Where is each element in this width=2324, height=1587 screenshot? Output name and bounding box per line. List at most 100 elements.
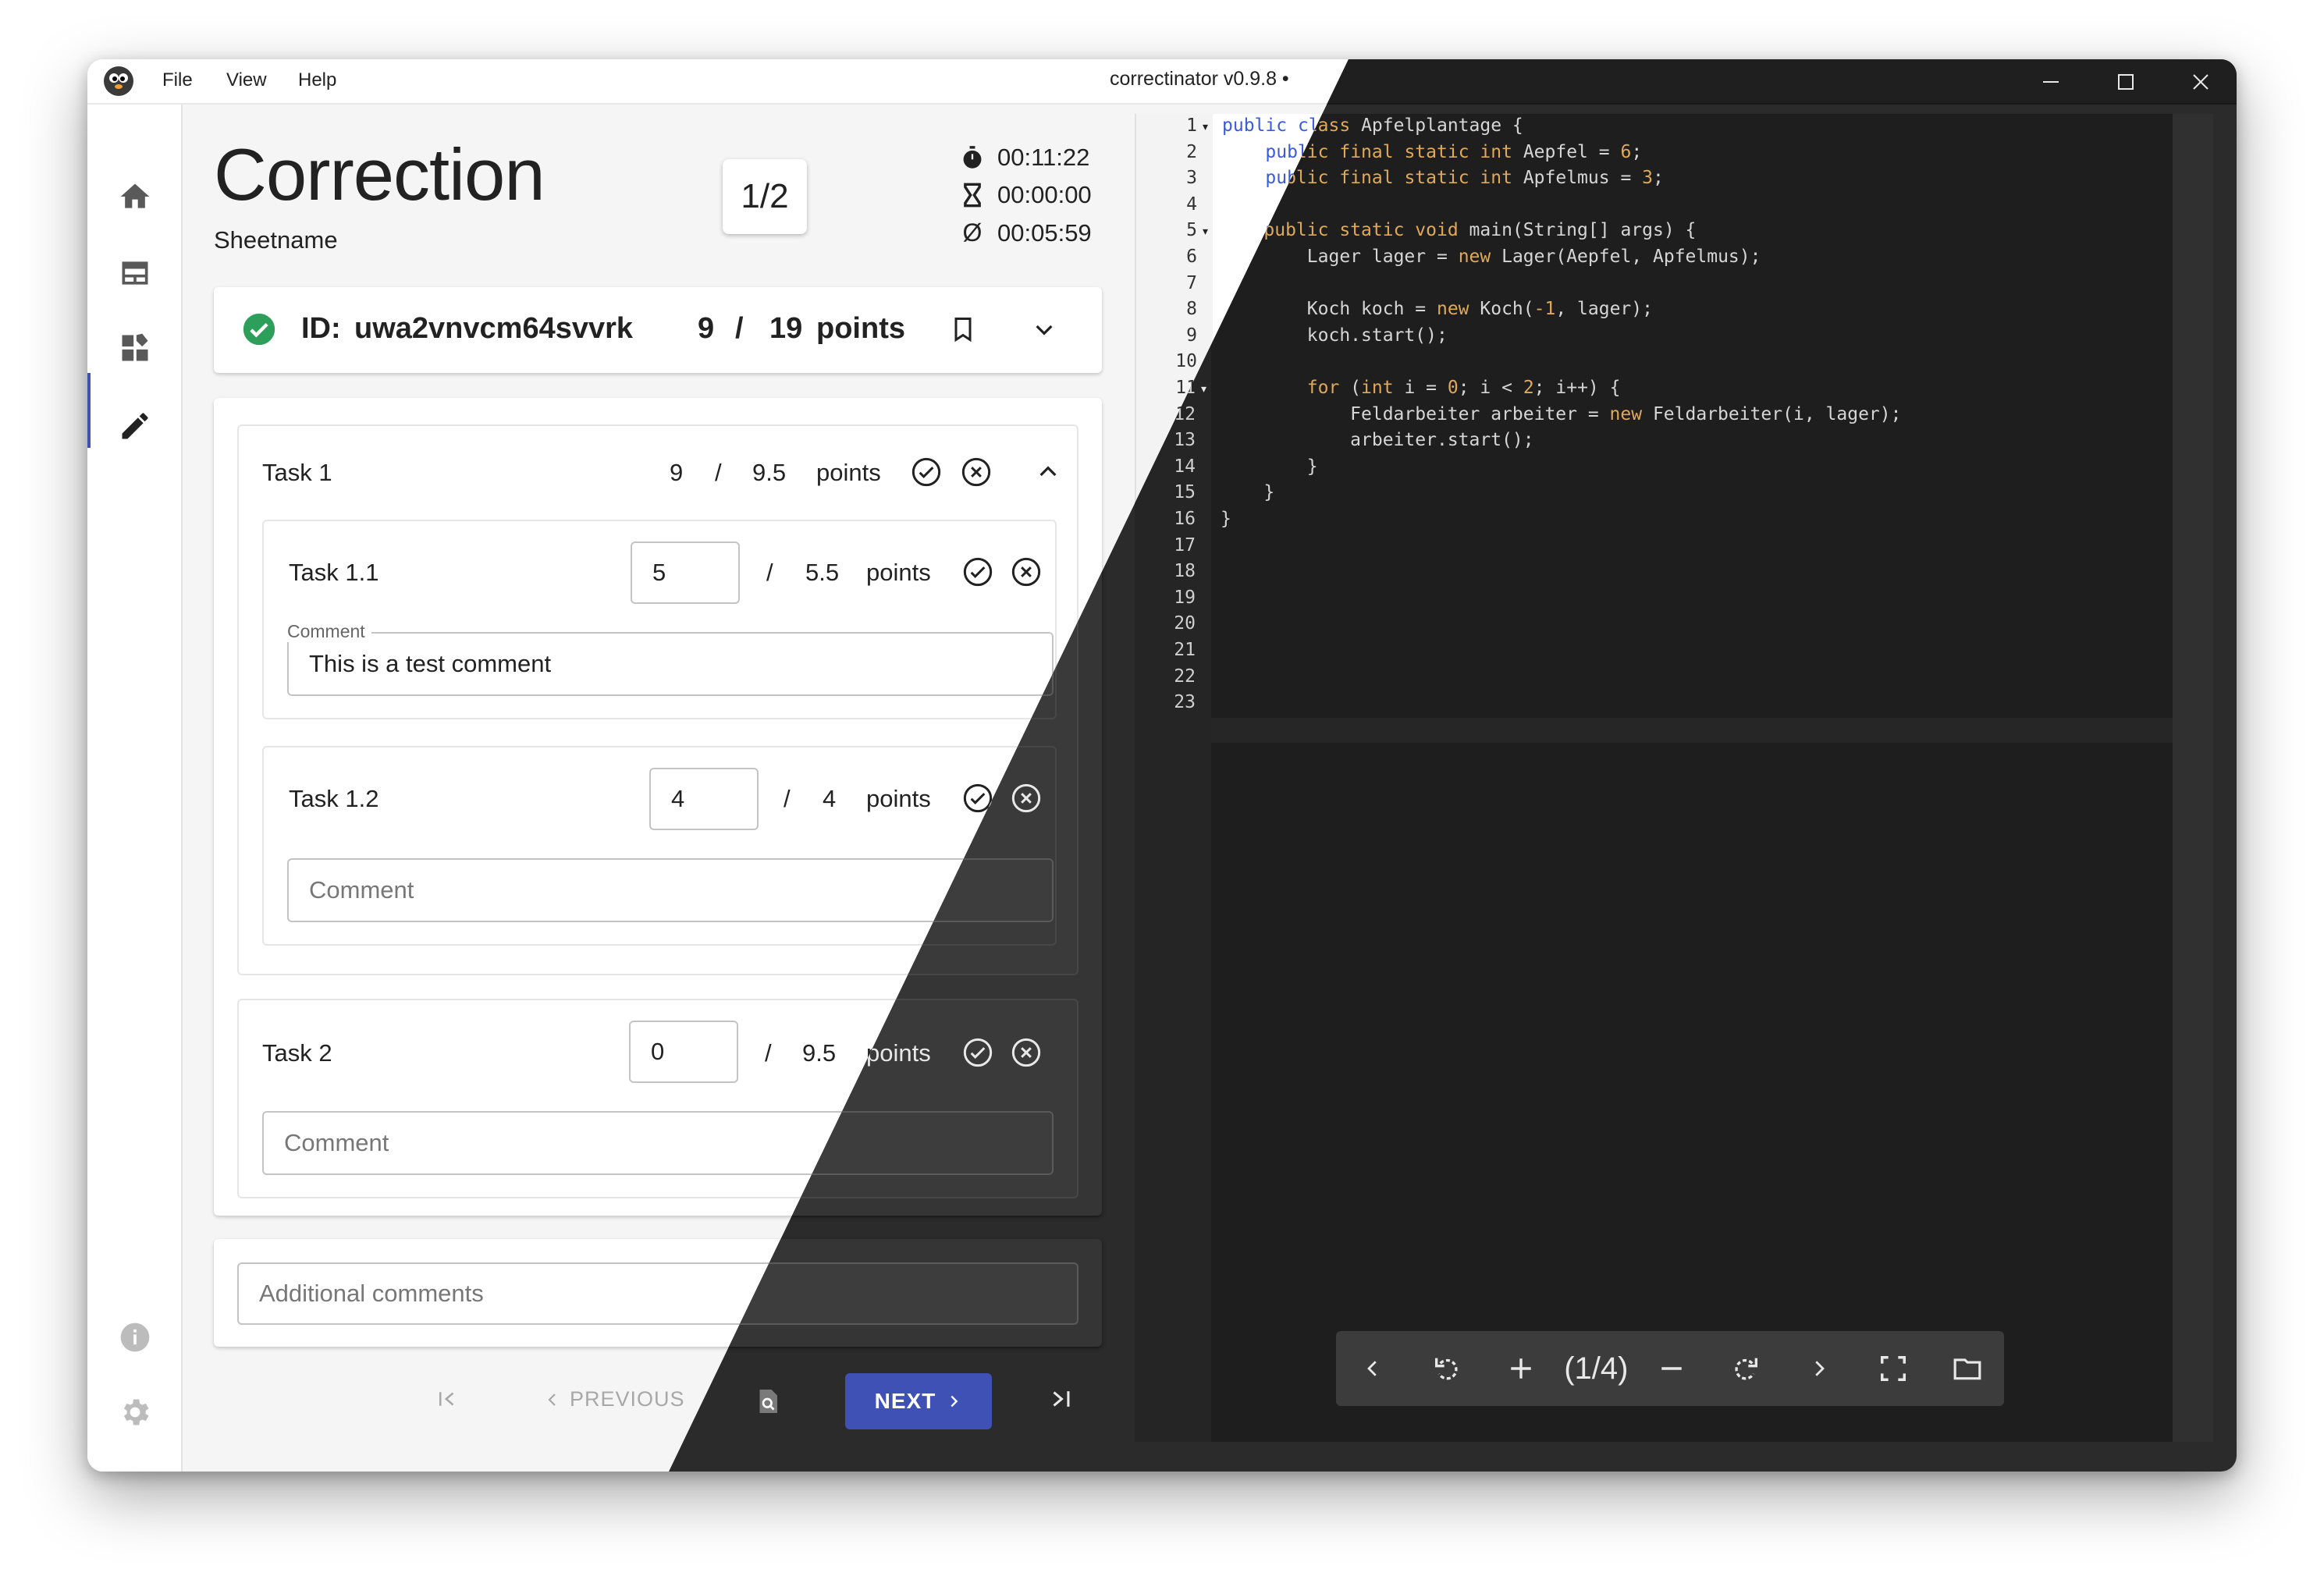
task-2-unit: points — [866, 1039, 931, 1067]
line-number: 1 — [1186, 115, 1197, 136]
stopwatch-icon — [963, 146, 982, 169]
code-line: koch.start(); — [1306, 325, 1448, 346]
task-1-separator: / — [715, 459, 722, 486]
dashboard-icon[interactable] — [116, 329, 154, 367]
minimize-button[interactable] — [2027, 66, 2074, 98]
task-1-1-comment-field[interactable]: This is a test comment — [287, 632, 1054, 696]
full-points-check-icon[interactable] — [910, 456, 943, 488]
settings-gear-icon[interactable] — [116, 1394, 154, 1431]
timer-elapsed: 00:11:22 — [961, 144, 1089, 172]
line-number: 22 — [1174, 666, 1196, 687]
line-number: 8 — [1186, 299, 1197, 320]
fold-arrow-icon[interactable]: ▾ — [1201, 382, 1206, 396]
line-number: 2 — [1186, 141, 1197, 162]
chevron-right-icon — [1815, 1361, 1825, 1376]
file-search-icon — [759, 1390, 777, 1413]
submission-score: 9 — [698, 312, 715, 345]
home-icon[interactable] — [116, 178, 154, 215]
line-number: 9 — [1186, 325, 1197, 346]
pdf-rotate-right-button[interactable] — [1708, 1331, 1782, 1406]
first-button[interactable] — [435, 1387, 459, 1411]
task-1-name: Task 1 — [262, 459, 332, 486]
full-points-check-icon[interactable] — [961, 556, 994, 588]
code-line: } — [1221, 482, 1275, 503]
fold-arrow-icon[interactable]: ▾ — [1203, 120, 1208, 133]
line-number: 21 — [1174, 640, 1196, 660]
hourglass-icon — [964, 183, 981, 208]
line-number: 15 — [1174, 482, 1196, 503]
fullscreen-icon — [1880, 1356, 1906, 1381]
plus-icon — [1510, 1358, 1531, 1379]
previous-button[interactable]: PREVIOUS — [543, 1387, 685, 1411]
preview-button[interactable] — [754, 1386, 782, 1417]
zero-points-cancel-icon[interactable] — [1010, 782, 1043, 815]
check-circle-icon — [242, 312, 276, 346]
pdf-zoom-out-button[interactable] — [1635, 1331, 1709, 1406]
last-button[interactable] — [1047, 1386, 1074, 1412]
chevron-up-icon[interactable] — [1032, 456, 1064, 488]
pdf-toolbar: (1/4) — [1336, 1331, 2004, 1406]
submission-unit: points — [816, 312, 905, 345]
task-1-2-score-input[interactable]: 4 — [649, 768, 759, 830]
pdf-page-indicator: (1/4) — [1564, 1351, 1629, 1386]
full-points-check-icon[interactable] — [961, 1036, 994, 1069]
app-window: File View Help correctinator v0.9.8 • Co… — [87, 59, 2237, 1472]
task-1-1-score-input[interactable]: 5 — [631, 541, 740, 604]
code-line: for (int i = 0; i < 2; i++) { — [1306, 378, 1621, 398]
task-1-1-panel: Task 1.1 5 / 5.5 points This is a test c… — [262, 520, 1057, 719]
maximize-button[interactable] — [2102, 66, 2149, 98]
info-icon[interactable] — [116, 1319, 154, 1356]
task-1-unit: points — [816, 459, 881, 486]
code-line: Feldarbeiter arbeiter = new Feldarbeiter… — [1350, 403, 1902, 424]
task-1-1-comment-text: This is a test comment — [309, 650, 552, 677]
timer-elapsed-value: 00:11:22 — [997, 144, 1090, 171]
task-1-2-score-value: 4 — [671, 785, 685, 812]
editor-scrollbar[interactable] — [2173, 114, 2213, 1442]
pdf-next-page-button[interactable] — [1782, 1331, 1857, 1406]
average-icon: Ø — [962, 218, 983, 247]
menu-file[interactable]: File — [162, 69, 193, 91]
zero-points-cancel-icon[interactable] — [1010, 556, 1043, 588]
task-2-separator: / — [765, 1039, 772, 1067]
chevron-left-icon — [1367, 1361, 1377, 1376]
zero-points-cancel-icon[interactable] — [960, 456, 993, 488]
app-logo-icon — [103, 66, 134, 97]
task-1-1-unit: points — [866, 559, 931, 586]
task-1-1-name: Task 1.1 — [289, 559, 379, 586]
line-number: 6 — [1186, 247, 1197, 267]
menu-help[interactable]: Help — [298, 69, 336, 91]
submission-id: uwa2vnvcm64svvrk — [354, 312, 634, 345]
zero-points-cancel-icon[interactable] — [1010, 1036, 1043, 1069]
line-number: 18 — [1174, 561, 1196, 582]
task-2-score-value: 0 — [651, 1038, 665, 1065]
pdf-rotate-left-button[interactable] — [1410, 1331, 1484, 1406]
task-2-score-input[interactable]: 0 — [629, 1021, 738, 1083]
code-line: Lager lager = new Lager(Aepfel, Apfelmus… — [1306, 247, 1761, 267]
last-page-icon — [1053, 1391, 1070, 1407]
menu-view[interactable]: View — [226, 69, 267, 91]
pdf-zoom-in-button[interactable] — [1484, 1331, 1558, 1406]
task-1-2-unit: points — [866, 785, 931, 812]
close-button[interactable] — [2177, 66, 2224, 98]
line-number: 3 — [1186, 168, 1197, 189]
pdf-prev-page-button[interactable] — [1336, 1331, 1410, 1406]
edit-pencil-icon[interactable] — [116, 407, 154, 445]
sidebar-active-indicator — [87, 373, 91, 448]
task-2-name: Task 2 — [262, 1039, 332, 1067]
task-1-1-separator: / — [766, 559, 773, 586]
next-button[interactable]: NEXT — [845, 1373, 992, 1429]
code-editor[interactable]: 1▾2345▾67891011▾121314151617181920212223… — [1135, 114, 2173, 1442]
task-1-2-max: 4 — [823, 785, 837, 812]
chevron-right-icon — [951, 1395, 958, 1408]
bookmark-icon[interactable] — [946, 312, 980, 346]
pdf-fullscreen-button[interactable] — [1857, 1331, 1931, 1406]
task-2-comment-placeholder: Comment — [284, 1129, 389, 1156]
pdf-open-folder-button[interactable] — [1930, 1331, 2004, 1406]
fold-arrow-icon[interactable]: ▾ — [1203, 225, 1208, 238]
line-number: 17 — [1174, 534, 1196, 556]
chevron-down-icon[interactable] — [1027, 312, 1061, 346]
table-icon[interactable] — [116, 254, 154, 292]
rotate-left-icon — [1435, 1358, 1458, 1380]
sheet-name: Sheetname — [214, 226, 338, 254]
submission-separator: / — [735, 312, 744, 345]
